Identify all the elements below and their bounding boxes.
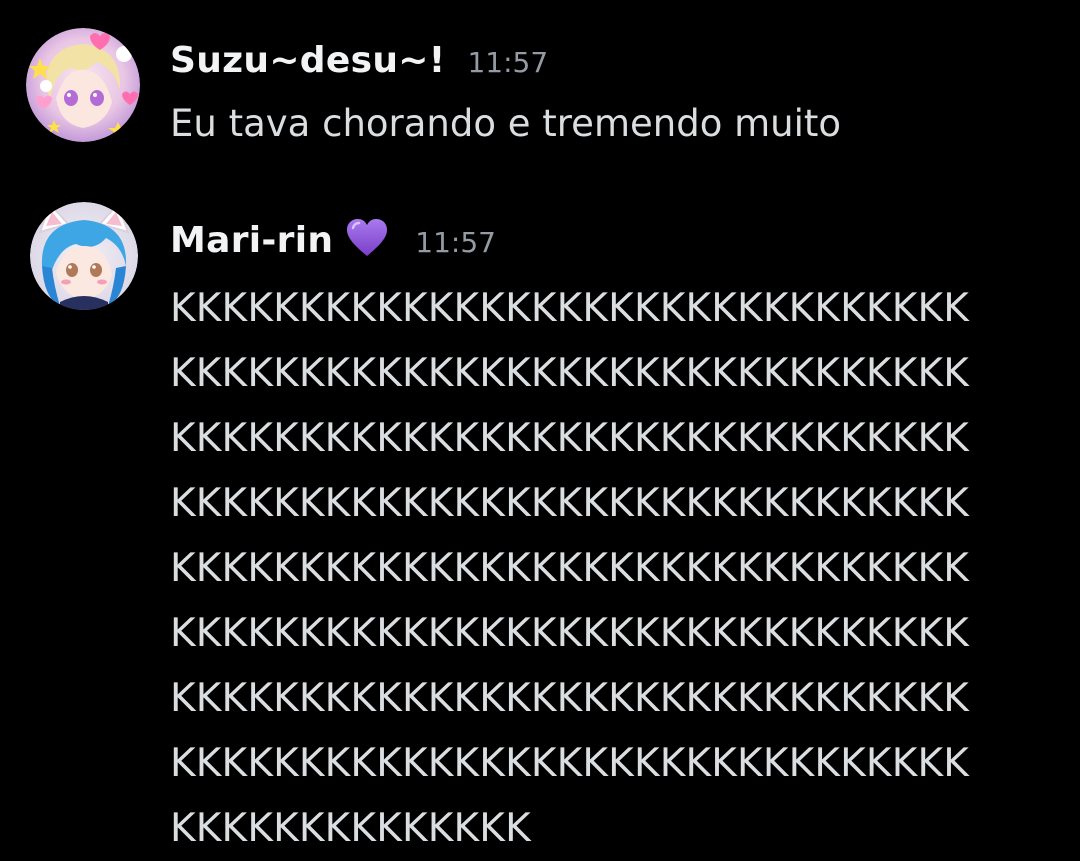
message-text: KKKKKKKKKKKKKKKKKKKKKKKKKKKKKKK KKKKKKKK…: [170, 276, 1050, 861]
avatar-image: [26, 28, 140, 142]
timestamp[interactable]: 11:57: [467, 46, 548, 79]
timestamp[interactable]: 11:57: [415, 226, 496, 259]
message-text-line: KKKKKKKKKKKKKKKKKKKKKKKKKKKKKKK: [170, 481, 970, 526]
message-text-line: KKKKKKKKKKKKKKKKKKKKKKKKKKKKKKK: [170, 611, 970, 656]
username[interactable]: Mari-rin: [170, 220, 333, 261]
message-header: Mari-rin 11:57: [170, 212, 496, 261]
username[interactable]: Suzu~desu~!: [170, 40, 445, 81]
avatar-image: [30, 202, 138, 310]
avatar[interactable]: [30, 202, 138, 310]
message-text-line: KKKKKKKKKKKKKKKKKKKKKKKKKKKKKKK: [170, 286, 970, 331]
message-header: Suzu~desu~! 11:57: [170, 40, 548, 81]
message-text-line: KKKKKKKKKKKKKKKKKKKKKKKKKKKKKKK: [170, 416, 970, 461]
message-text-line: KKKKKKKKKKKKKK: [170, 806, 531, 851]
purple-heart-icon: [345, 218, 389, 258]
message-text-line: KKKKKKKKKKKKKKKKKKKKKKKKKKKKKKK: [170, 676, 970, 721]
message-text-line: KKKKKKKKKKKKKKKKKKKKKKKKKKKKKKK: [170, 546, 970, 591]
message-text-line: KKKKKKKKKKKKKKKKKKKKKKKKKKKKKKK: [170, 351, 970, 396]
message-text-line: KKKKKKKKKKKKKKKKKKKKKKKKKKKKKKK: [170, 741, 970, 786]
avatar[interactable]: [26, 28, 140, 142]
message-text: Eu tava chorando e tremendo muito: [170, 102, 842, 145]
